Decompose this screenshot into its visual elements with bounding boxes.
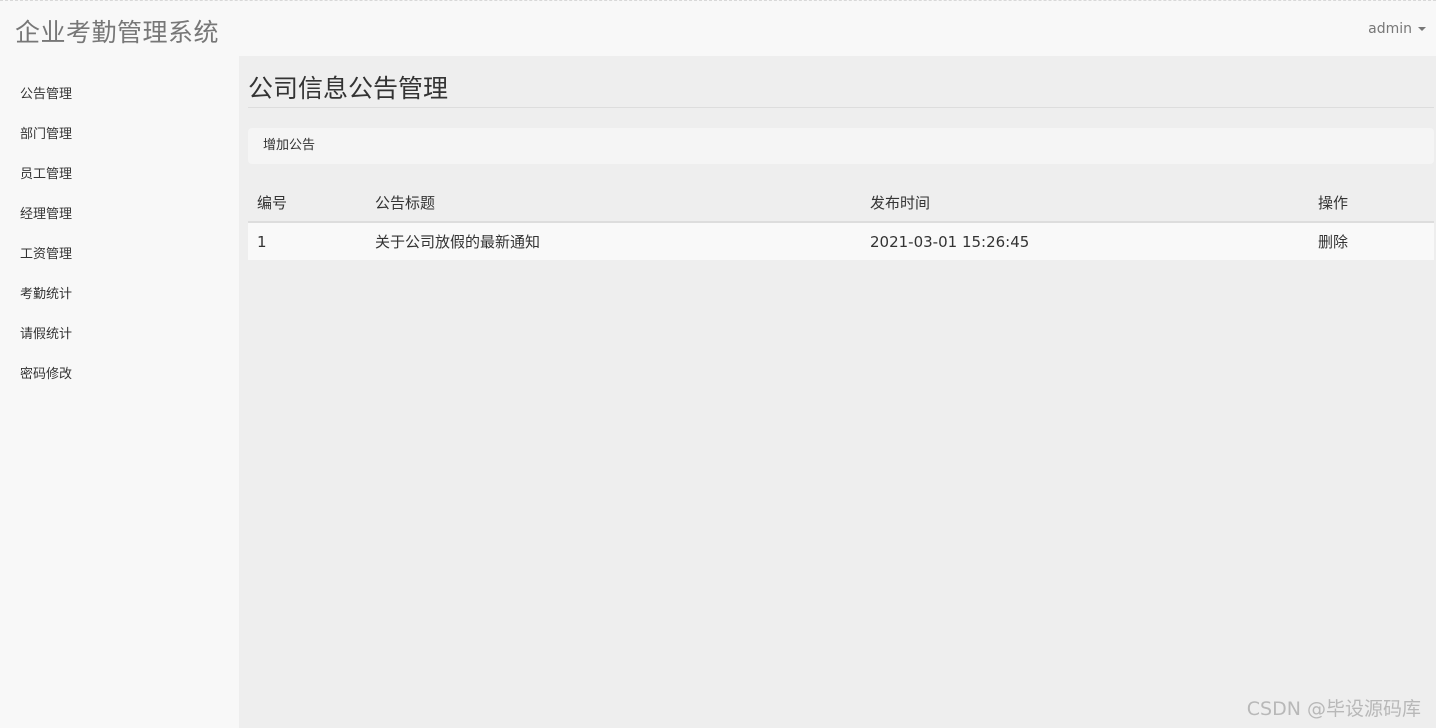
- cell-id: 1: [248, 221, 366, 260]
- column-header-publish-time: 发布时间: [861, 184, 1309, 223]
- column-header-id: 编号: [248, 184, 366, 223]
- delete-link[interactable]: 删除: [1318, 233, 1348, 251]
- page-title: 公司信息公告管理: [248, 56, 1434, 108]
- toolbar: 增加公告: [248, 128, 1434, 164]
- user-menu-dropdown[interactable]: admin: [1368, 21, 1426, 37]
- caret-down-icon: [1418, 27, 1426, 31]
- cell-title: 关于公司放假的最新通知: [366, 221, 861, 260]
- main-content: 公司信息公告管理 增加公告 编号 公告标题 发布时间 操作 1 关于公司放假的最…: [248, 56, 1434, 260]
- sidebar-item-announcements[interactable]: 公告管理: [0, 84, 239, 124]
- sidebar: 公告管理 部门管理 员工管理 经理管理 工资管理 考勤统计 请假统计 密码修改: [0, 56, 239, 728]
- cell-actions: 删除: [1309, 221, 1434, 260]
- sidebar-item-leave-stats[interactable]: 请假统计: [0, 324, 239, 364]
- cell-publish-time: 2021-03-01 15:26:45: [861, 221, 1309, 260]
- table-header-row: 编号 公告标题 发布时间 操作: [248, 184, 1434, 223]
- table-row: 1 关于公司放假的最新通知 2021-03-01 15:26:45 删除: [248, 221, 1434, 260]
- sidebar-item-managers[interactable]: 经理管理: [0, 204, 239, 244]
- add-announcement-link[interactable]: 增加公告: [263, 138, 315, 153]
- watermark: CSDN @毕设源码库: [1246, 698, 1421, 720]
- sidebar-menu: 公告管理 部门管理 员工管理 经理管理 工资管理 考勤统计 请假统计 密码修改: [0, 56, 239, 404]
- column-header-actions: 操作: [1309, 184, 1434, 223]
- sidebar-item-departments[interactable]: 部门管理: [0, 124, 239, 164]
- top-navbar: 企业考勤管理系统 admin: [0, 0, 1436, 56]
- sidebar-item-salary[interactable]: 工资管理: [0, 244, 239, 284]
- user-name: admin: [1368, 21, 1412, 37]
- sidebar-item-employees[interactable]: 员工管理: [0, 164, 239, 204]
- column-header-title: 公告标题: [366, 184, 861, 223]
- sidebar-item-password-change[interactable]: 密码修改: [0, 364, 239, 404]
- announcement-table: 编号 公告标题 发布时间 操作 1 关于公司放假的最新通知 2021-03-01…: [248, 184, 1434, 260]
- app-brand[interactable]: 企业考勤管理系统: [15, 13, 219, 49]
- sidebar-item-attendance-stats[interactable]: 考勤统计: [0, 284, 239, 324]
